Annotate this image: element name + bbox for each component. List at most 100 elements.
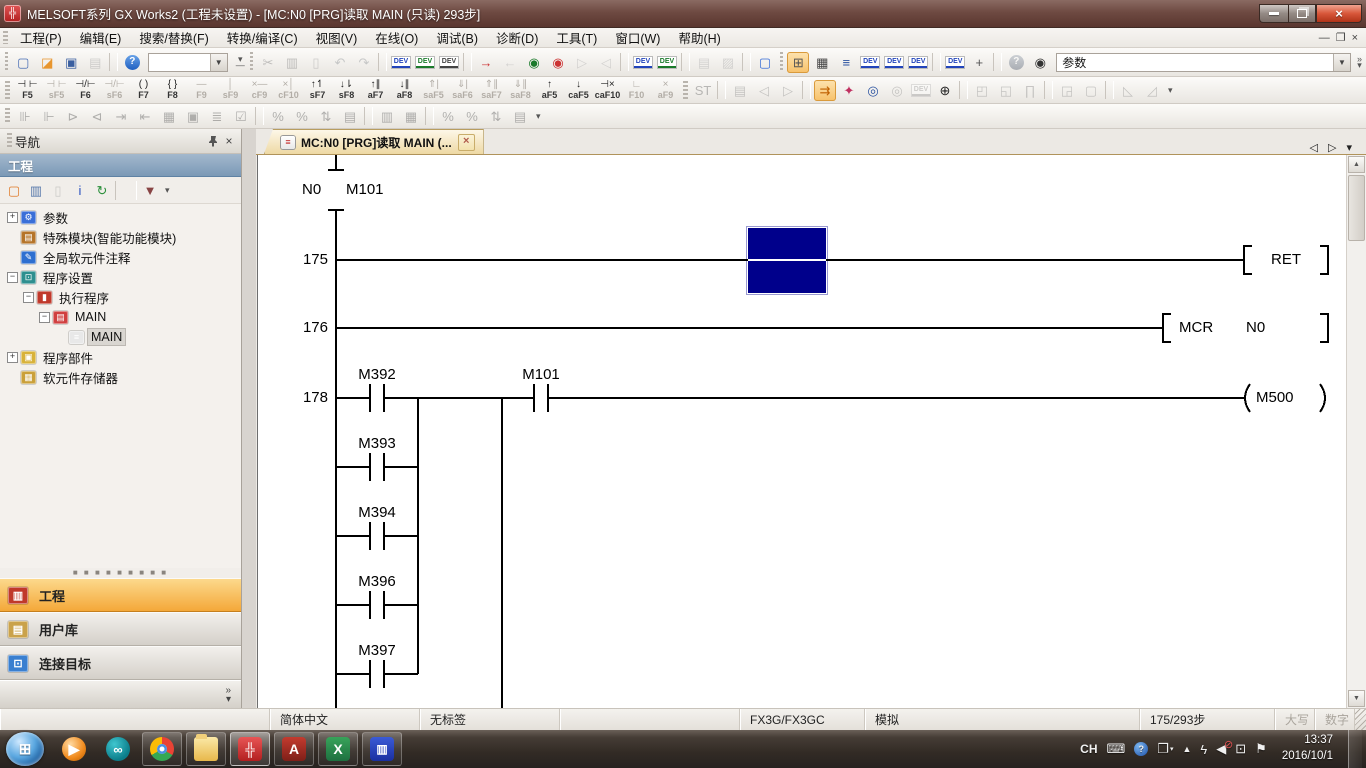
- start-button[interactable]: ⊞: [6, 732, 44, 766]
- device-ref-button[interactable]: DEV: [907, 52, 929, 73]
- toolbar3-grip[interactable]: [5, 108, 10, 125]
- falling-neg-button[interactable]: ⇓|saF6: [449, 79, 476, 102]
- combo-dropdown-icon[interactable]: ▼: [210, 54, 227, 71]
- note-button[interactable]: ▨: [717, 52, 739, 73]
- tab-scroll-left-icon[interactable]: ◁: [1310, 141, 1318, 154]
- tree-item-global-comment[interactable]: ✎ 全局软元件注释: [0, 247, 241, 267]
- taskbar-excel-button[interactable]: X: [318, 732, 358, 766]
- rising-pulse-button[interactable]: ↑↿sF7: [304, 79, 331, 102]
- scroll-down-icon[interactable]: ▼: [1348, 690, 1365, 707]
- dev-write-button[interactable]: DEV: [632, 52, 654, 73]
- monitor-stop-button[interactable]: ←: [499, 52, 521, 73]
- connection-toggle-button[interactable]: ⇉: [814, 80, 836, 101]
- nav-chevron-bar[interactable]: » ▾: [0, 680, 241, 708]
- keyboard-icon[interactable]: ⌨: [1107, 741, 1126, 757]
- action-center-flag-icon[interactable]: ⚑: [1255, 741, 1267, 757]
- toolbar1c-grip[interactable]: [780, 52, 783, 72]
- list2-icon[interactable]: ▤: [509, 106, 531, 127]
- toolbar1b-grip[interactable]: [250, 52, 253, 72]
- tree-item-exec-program[interactable]: − ▮ 执行程序: [0, 287, 241, 307]
- find-contact-coil-button[interactable]: ◎: [862, 80, 884, 101]
- toolbar-icon[interactable]: [378, 53, 387, 71]
- pulse-exec-button[interactable]: ∏: [1019, 80, 1041, 101]
- expand-icon[interactable]: +: [7, 212, 18, 223]
- combo2-dropdown-icon[interactable]: ▼: [1333, 54, 1350, 71]
- trace-icon[interactable]: ▣: [182, 106, 204, 127]
- open-contact-button[interactable]: ⊣ ⊢F5: [14, 79, 41, 102]
- dev-use3-icon[interactable]: ▥: [376, 106, 398, 127]
- find-dev3-button[interactable]: ◲: [1056, 80, 1078, 101]
- find-device2-button[interactable]: ◎: [886, 80, 908, 101]
- find-prev-button[interactable]: ◁: [753, 80, 775, 101]
- nav-button-user-library[interactable]: ▤ 用户库: [0, 612, 241, 646]
- device-display-button[interactable]: DEV: [944, 52, 966, 73]
- taskbar-simulator-button[interactable]: ▥: [362, 732, 402, 766]
- coil-button[interactable]: ( )F7: [130, 79, 157, 102]
- monitor-write-icon[interactable]: ⊲: [86, 106, 108, 127]
- branch-line-button[interactable]: ∟F10: [623, 79, 650, 102]
- parallel-falling-neg-button[interactable]: ⇓∥saF8: [507, 79, 534, 102]
- paste-button[interactable]: ▯: [305, 52, 327, 73]
- scrollbar-thumb[interactable]: [1348, 175, 1365, 241]
- outline-list-button[interactable]: ≡: [835, 52, 857, 73]
- menu-online[interactable]: 在线(O): [366, 26, 427, 49]
- tree-item-program-parts[interactable]: + ▣ 程序部件: [0, 347, 241, 367]
- del-vline-button[interactable]: ×│cF10: [275, 79, 302, 102]
- slope1-button[interactable]: ◺: [1117, 80, 1139, 101]
- del-hline-button[interactable]: ×—cF9: [246, 79, 273, 102]
- nav-button-project[interactable]: ▥ 工程: [0, 578, 241, 612]
- toolbar2-overflow[interactable]: ▾: [1166, 85, 1175, 95]
- toolbar-icon[interactable]: [425, 107, 434, 125]
- menu-compile[interactable]: 转换/编译(C): [218, 26, 307, 49]
- rising-neg-button[interactable]: ⇑|saF5: [420, 79, 447, 102]
- read-mode-icon[interactable]: ⊩: [38, 106, 60, 127]
- menu-window[interactable]: 窗口(W): [606, 26, 669, 49]
- device-test-skip2-button[interactable]: ◱: [995, 80, 1017, 101]
- tab-close-button[interactable]: ×: [458, 134, 475, 151]
- redo-button[interactable]: ↷: [353, 52, 375, 73]
- nav-close-icon[interactable]: ×: [221, 133, 237, 149]
- copy-data-button[interactable]: ▥: [26, 181, 46, 200]
- watch-start-button[interactable]: ◉: [523, 52, 545, 73]
- taskbar-arduino-button[interactable]: ∞: [98, 732, 138, 766]
- menubar-grip[interactable]: [3, 31, 8, 44]
- toolbar-icon[interactable]: [802, 81, 811, 99]
- plc-read-button[interactable]: DEV: [414, 52, 436, 73]
- data-select-combo[interactable]: 参数 ▼: [1056, 53, 1351, 72]
- rising-result-button[interactable]: ↑aF5: [536, 79, 563, 102]
- toolbar-icon[interactable]: [1105, 81, 1114, 99]
- clock[interactable]: 13:37 2016/10/1: [1276, 733, 1339, 764]
- cross-ref-button[interactable]: ◉: [1029, 52, 1051, 73]
- falling-pulse-button[interactable]: ↓⇂sF8: [333, 79, 360, 102]
- scroll-up-icon[interactable]: ▲: [1348, 156, 1365, 173]
- tree-item-program-setting[interactable]: − ⊡ 程序设置: [0, 267, 241, 287]
- del-branch-button[interactable]: ×aF9: [652, 79, 679, 102]
- help-button[interactable]: ?: [121, 52, 143, 73]
- tree-item-special-module[interactable]: ▤ 特殊模块(智能功能模块): [0, 227, 241, 247]
- tree-item-main-program[interactable]: ≡ MAIN: [0, 327, 241, 347]
- tree-item-main-group[interactable]: − ▤ MAIN: [0, 307, 241, 327]
- toolbar-icon[interactable]: [255, 107, 264, 125]
- new-button[interactable]: ▢: [12, 52, 34, 73]
- menu-debug[interactable]: 调试(B): [427, 26, 487, 49]
- tab-list-icon[interactable]: ▾: [1346, 141, 1352, 154]
- skip-forward-button[interactable]: ▷: [571, 52, 593, 73]
- taskbar-explorer-button[interactable]: [186, 732, 226, 766]
- child-close-button[interactable]: ×: [1352, 32, 1358, 44]
- tree-item-device-memory[interactable]: ▦ 软元件存储器: [0, 367, 241, 387]
- tab-scroll-right-icon[interactable]: ▷: [1328, 141, 1336, 154]
- toolbar1-overflow[interactable]: ▾—: [234, 54, 247, 71]
- vertical-scrollbar[interactable]: ▲ ▼: [1346, 155, 1366, 708]
- toolbar-icon[interactable]: [620, 53, 629, 71]
- help2-button[interactable]: ?: [1005, 52, 1027, 73]
- navigation-toggle-button[interactable]: ⊞: [787, 52, 809, 73]
- pin-icon[interactable]: [205, 133, 221, 149]
- toolbar-icon[interactable]: [1044, 81, 1053, 99]
- tree-item-parameter[interactable]: + ⚙ 参数: [0, 207, 241, 227]
- dev-read-button[interactable]: DEV: [656, 52, 678, 73]
- parallel-closed-button[interactable]: ⊣/⊢sF6: [101, 79, 128, 102]
- device-find-button[interactable]: DEV: [859, 52, 881, 73]
- taskbar-chrome-button[interactable]: [142, 732, 182, 766]
- ratio2-icon[interactable]: %: [461, 106, 483, 127]
- device-use2-icon[interactable]: %: [291, 106, 313, 127]
